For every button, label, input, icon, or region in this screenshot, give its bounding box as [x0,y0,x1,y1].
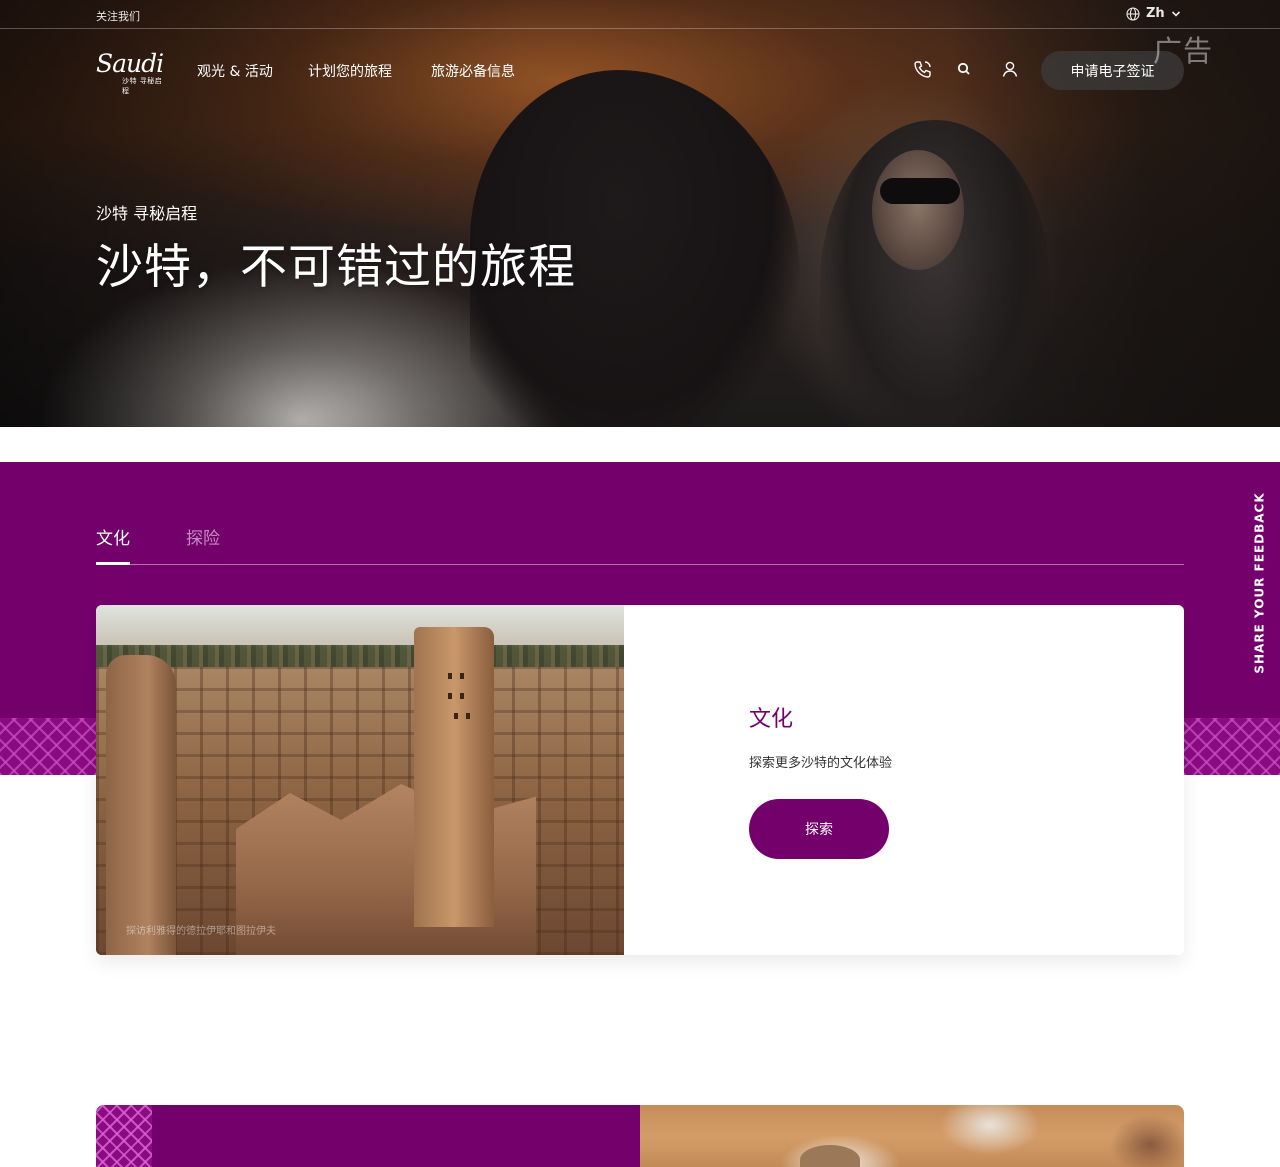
hero-sunglasses [880,178,960,204]
tower-window [466,713,470,719]
feedback-label: SHARE YOUR FEEDBACK [1253,492,1267,674]
next-card-image [640,1105,1184,1167]
search-icon[interactable] [953,58,975,80]
chevron-down-icon [1171,10,1181,18]
ad-label: 广告 [1153,34,1214,68]
image-palms [96,645,624,667]
utility-bar: 关注我们 Zh [0,0,1280,29]
image-tower [414,627,494,927]
logo-tagline: 沙特 寻秘启程 [122,77,163,95]
language-label: Zh [1146,6,1165,21]
user-icon[interactable] [999,58,1021,80]
hero-title: 沙特，不可错过的旅程 [96,240,576,295]
card-description: 探索更多沙特的文化体验 [749,756,893,771]
culture-card-image: 探访利雅得的德拉伊耶和图拉伊夫 [96,605,624,955]
hero-banner: 关注我们 Zh Saudi 沙特 寻秘启程 观光 & 活动 计划您的旅程 旅游必… [0,0,1280,427]
nav-sightseeing-activities[interactable]: 观光 & 活动 [197,61,273,81]
decorative-pattern-left [0,718,96,775]
tower-window [454,713,458,719]
tower-window [448,673,452,679]
nav-travel-essentials[interactable]: 旅游必备信息 [431,61,515,81]
image-sky [96,605,624,647]
experience-tabs: 文化 探险 [96,522,1184,565]
image-hat [800,1145,860,1167]
language-switcher[interactable]: Zh [1126,6,1181,21]
image-wall-left [106,655,176,955]
next-card-pattern [96,1105,152,1167]
hero-eyebrow: 沙特 寻秘启程 [96,204,198,223]
culture-card: 探访利雅得的德拉伊耶和图拉伊夫 文化 探索更多沙特的文化体验 探索 [96,605,1184,955]
next-section-card [96,1105,1184,1167]
tower-window [460,673,464,679]
image-caption: 探访利雅得的德拉伊耶和图拉伊夫 [126,926,276,937]
tower-window [448,693,452,699]
globe-icon [1126,6,1140,21]
logo-wordmark: Saudi [96,49,164,78]
explore-button[interactable]: 探索 [749,799,889,859]
card-title: 文化 [749,707,794,732]
share-feedback-tab[interactable]: SHARE YOUR FEEDBACK [1251,488,1269,678]
tab-culture[interactable]: 文化 [96,522,130,565]
tower-window [460,693,464,699]
follow-us-link[interactable]: 关注我们 [96,8,140,24]
saudi-logo[interactable]: Saudi 沙特 寻秘启程 [96,49,168,96]
next-card-panel [96,1105,640,1167]
tab-adventure[interactable]: 探险 [186,522,220,565]
nav-plan-trip[interactable]: 计划您的旅程 [308,61,392,81]
phone-icon[interactable] [912,58,934,80]
decorative-pattern-right [1184,718,1280,775]
